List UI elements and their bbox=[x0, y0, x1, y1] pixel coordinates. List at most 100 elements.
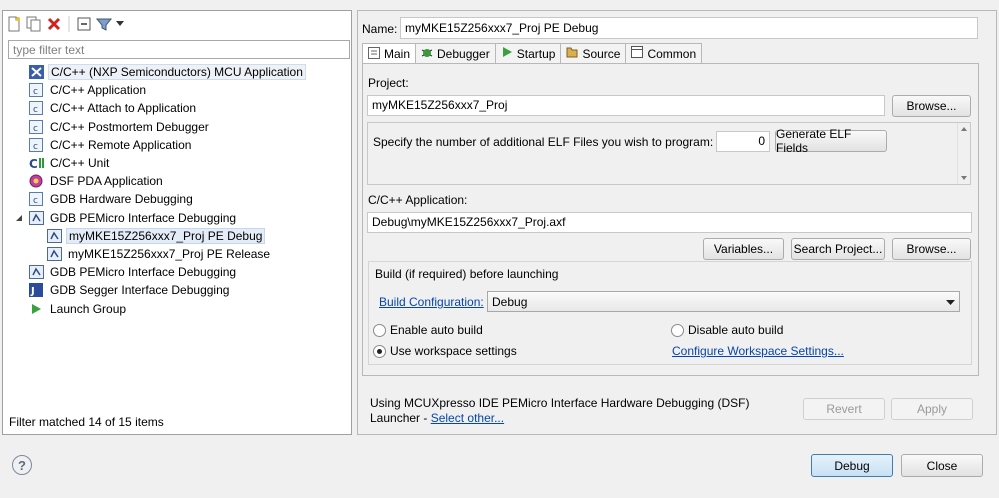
tree-item-label: Launch Group bbox=[50, 301, 127, 316]
name-field[interactable]: myMKE15Z256xxx7_Proj PE Debug bbox=[400, 17, 978, 39]
pemicro-icon bbox=[46, 228, 62, 243]
tree-item-postmortem-debugger[interactable]: c C/C++ Postmortem Debugger bbox=[10, 118, 350, 136]
enable-auto-build-radio[interactable]: Enable auto build bbox=[373, 323, 483, 337]
build-configuration-link[interactable]: Build Configuration: bbox=[379, 295, 484, 309]
svg-text:C: C bbox=[29, 157, 38, 170]
app-browse-button[interactable]: Browse... bbox=[892, 238, 971, 260]
filter-input[interactable] bbox=[8, 40, 350, 59]
project-label: Project: bbox=[368, 76, 409, 90]
chevron-down-icon bbox=[946, 295, 955, 309]
tab-startup[interactable]: Startup bbox=[494, 43, 562, 63]
radio-indicator-selected bbox=[373, 344, 386, 358]
search-project-button[interactable]: Search Project... bbox=[791, 238, 885, 260]
filter-status: Filter matched 14 of 15 items bbox=[9, 415, 164, 429]
variables-button[interactable]: Variables... bbox=[703, 238, 784, 260]
tab-label: Debugger bbox=[437, 46, 490, 61]
dsf-icon bbox=[28, 174, 44, 188]
tab-debugger[interactable]: Debugger bbox=[415, 43, 496, 63]
tab-common[interactable]: Common bbox=[625, 43, 703, 63]
build-group-title: Build (if required) before launching bbox=[375, 267, 559, 281]
elf-box-scrollbar[interactable] bbox=[957, 123, 970, 184]
revert-button[interactable]: Revert bbox=[803, 398, 885, 420]
tab-source[interactable]: Source bbox=[560, 43, 627, 63]
name-label: Name: bbox=[362, 22, 398, 36]
app-label: C/C++ Application: bbox=[368, 193, 468, 207]
tree-item-gdb-hardware-debugging[interactable]: c GDB Hardware Debugging bbox=[10, 190, 350, 208]
tree-item-label: DSF PDA Application bbox=[50, 174, 163, 189]
tree-item-label: C/C++ (NXP Semiconductors) MCU Applicati… bbox=[48, 64, 306, 81]
tree-item-gdb-pemicro[interactable]: GDB PEMicro Interface Debugging bbox=[10, 263, 350, 281]
tree-item-label: C/C++ Postmortem Debugger bbox=[50, 119, 209, 134]
tab-label: Source bbox=[582, 46, 621, 61]
tree-item-launch-group[interactable]: Launch Group bbox=[10, 299, 350, 317]
tree-item-label: GDB Hardware Debugging bbox=[50, 192, 193, 207]
generate-elf-fields-button[interactable]: Generate ELF Fields bbox=[775, 127, 887, 155]
c-app-icon: c bbox=[28, 83, 44, 98]
tree-item-attach-application[interactable]: c C/C++ Attach to Application bbox=[10, 99, 350, 117]
apply-button[interactable]: Apply bbox=[891, 398, 973, 420]
svg-text:c: c bbox=[33, 124, 38, 134]
duplicate-config-icon[interactable] bbox=[26, 16, 42, 32]
pemicro-icon bbox=[28, 265, 44, 280]
delete-config-icon[interactable] bbox=[46, 16, 62, 32]
pemicro-icon bbox=[46, 246, 62, 261]
tree-item-gdb-pemicro-expanded[interactable]: GDB PEMicro Interface Debugging bbox=[10, 209, 350, 227]
elf-count-field[interactable]: 0 bbox=[716, 131, 770, 152]
filter-config-icon[interactable] bbox=[96, 16, 112, 32]
tab-label: Startup bbox=[516, 46, 556, 61]
svg-text:c: c bbox=[33, 196, 38, 206]
startup-icon bbox=[501, 46, 513, 61]
radio-label: Disable auto build bbox=[688, 323, 784, 337]
project-browse-button[interactable]: Browse... bbox=[892, 95, 971, 117]
radio-label: Use workspace settings bbox=[390, 344, 517, 358]
help-icon[interactable]: ? bbox=[12, 455, 32, 475]
build-configuration-select[interactable]: Debug bbox=[487, 291, 960, 312]
tree-item-label: GDB Segger Interface Debugging bbox=[50, 283, 230, 298]
expanded-arrow-icon[interactable] bbox=[14, 211, 24, 225]
tree-item-remote-application[interactable]: c C/C++ Remote Application bbox=[10, 136, 350, 154]
tree-item-label: myMKE15Z256xxx7_Proj PE Debug bbox=[66, 227, 266, 244]
main-tab-icon bbox=[368, 46, 380, 62]
select-other-launcher-link[interactable]: Select other... bbox=[431, 411, 504, 425]
chevron-down-icon[interactable] bbox=[116, 16, 124, 32]
svg-text:c: c bbox=[33, 142, 38, 152]
launch-config-toolbar bbox=[6, 15, 124, 33]
bug-icon bbox=[421, 46, 433, 61]
tree-item-pe-debug[interactable]: myMKE15Z256xxx7_Proj PE Debug bbox=[10, 227, 350, 245]
source-icon bbox=[566, 46, 578, 61]
tab-main[interactable]: Main bbox=[362, 43, 417, 64]
tree-item-gdb-segger[interactable]: J GDB Segger Interface Debugging bbox=[10, 281, 350, 299]
config-tabs: Main Debugger Startup Source Common bbox=[362, 43, 703, 64]
new-config-icon[interactable] bbox=[6, 16, 22, 32]
tree-item-mcu-application[interactable]: C/C++ (NXP Semiconductors) MCU Applicati… bbox=[10, 63, 350, 81]
collapse-all-icon[interactable] bbox=[76, 16, 92, 32]
tree-item-c-application[interactable]: c C/C++ Application bbox=[10, 81, 350, 99]
tab-label: Main bbox=[384, 47, 411, 61]
close-button[interactable]: Close bbox=[901, 454, 983, 477]
launch-icon bbox=[28, 302, 44, 316]
launch-config-tree: C/C++ (NXP Semiconductors) MCU Applicati… bbox=[10, 63, 350, 318]
tree-item-pe-release[interactable]: myMKE15Z256xxx7_Proj PE Release bbox=[10, 245, 350, 263]
c-app-icon: c bbox=[28, 101, 44, 116]
elf-files-label: Specify the number of additional ELF Fil… bbox=[373, 135, 714, 149]
c-app-icon: c bbox=[28, 137, 44, 152]
debug-button[interactable]: Debug bbox=[811, 454, 893, 477]
build-configuration-value: Debug bbox=[492, 294, 528, 309]
tab-label: Common bbox=[647, 46, 697, 61]
app-field[interactable]: Debug\myMKE15Z256xxx7_Proj.axf bbox=[367, 212, 972, 233]
use-workspace-settings-radio[interactable]: Use workspace settings bbox=[373, 344, 517, 358]
tree-item-label: C/C++ Unit bbox=[50, 156, 110, 171]
disable-auto-build-radio[interactable]: Disable auto build bbox=[671, 323, 783, 337]
radio-indicator bbox=[671, 323, 684, 337]
project-field[interactable]: myMKE15Z256xxx7_Proj bbox=[367, 95, 885, 116]
c-app-icon: c bbox=[28, 119, 44, 134]
launcher-prefix: Launcher - bbox=[370, 411, 431, 425]
tree-item-label: C/C++ Application bbox=[50, 83, 147, 98]
launcher-text-line2: Launcher - Select other... bbox=[370, 411, 504, 425]
tree-item-label: GDB PEMicro Interface Debugging bbox=[50, 210, 237, 225]
tree-item-c-unit[interactable]: C C/C++ Unit bbox=[10, 154, 350, 172]
configure-workspace-settings-link[interactable]: Configure Workspace Settings... bbox=[672, 344, 844, 358]
tree-item-label: GDB PEMicro Interface Debugging bbox=[50, 265, 237, 280]
tree-item-label: C/C++ Attach to Application bbox=[50, 101, 197, 116]
tree-item-dsf-pda-application[interactable]: DSF PDA Application bbox=[10, 172, 350, 190]
